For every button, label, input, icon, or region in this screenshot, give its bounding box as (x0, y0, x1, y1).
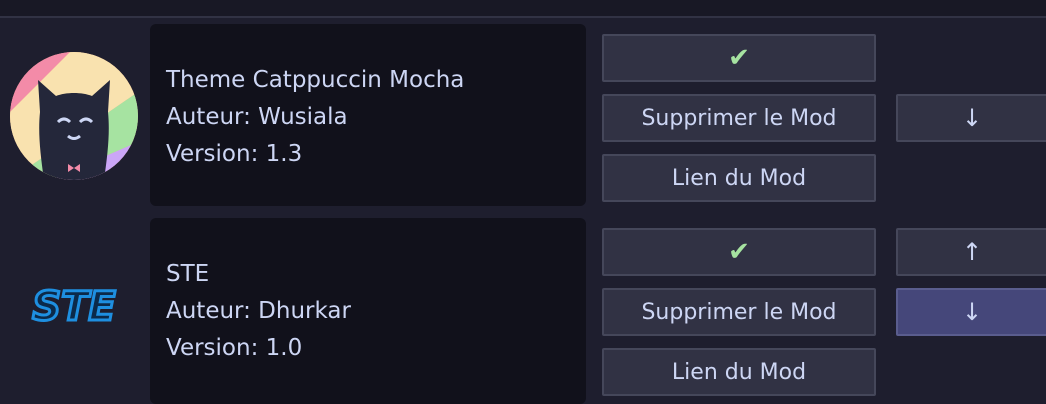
move-up-button[interactable]: ↑ (896, 228, 1046, 276)
mod-info-panel: Theme Catppuccin Mocha Auteur: Wusiala V… (150, 24, 586, 206)
toggle-enabled-button[interactable]: ✔ (602, 228, 876, 276)
mod-name: Theme Catppuccin Mocha (166, 67, 465, 93)
mod-author: Auteur: Dhurkar (166, 298, 351, 324)
mod-link-button[interactable]: Lien du Mod (602, 348, 876, 396)
arrow-up-icon: ↑ (961, 238, 983, 266)
mod-link-button[interactable]: Lien du Mod (602, 154, 876, 202)
delete-mod-button[interactable]: Supprimer le Mod (602, 94, 876, 142)
move-down-button[interactable]: ↓ (896, 288, 1046, 336)
mod-author: Auteur: Wusiala (166, 104, 348, 130)
delete-mod-button[interactable]: Supprimer le Mod (602, 288, 876, 336)
mod-version: Version: 1.0 (166, 335, 303, 361)
check-icon: ✔ (728, 237, 750, 267)
ste-logo-icon: STE (31, 284, 117, 330)
toggle-enabled-button[interactable]: ✔ (602, 34, 876, 82)
mod-version: Version: 1.3 (166, 141, 303, 167)
cat-logo-icon (10, 52, 138, 180)
mod-row: STE STE Auteur: Dhurkar Version: 1.0 ✔ S… (0, 218, 1046, 404)
check-icon: ✔ (728, 43, 750, 73)
mod-info-panel: STE Auteur: Dhurkar Version: 1.0 (150, 218, 586, 404)
arrow-down-icon: ↓ (961, 104, 983, 132)
top-bar (0, 0, 1046, 18)
svg-text:STE: STE (32, 284, 115, 330)
mod-row: Theme Catppuccin Mocha Auteur: Wusiala V… (0, 24, 1046, 208)
move-down-button[interactable]: ↓ (896, 94, 1046, 142)
mod-name: STE (166, 261, 210, 287)
arrow-down-icon: ↓ (961, 298, 983, 326)
